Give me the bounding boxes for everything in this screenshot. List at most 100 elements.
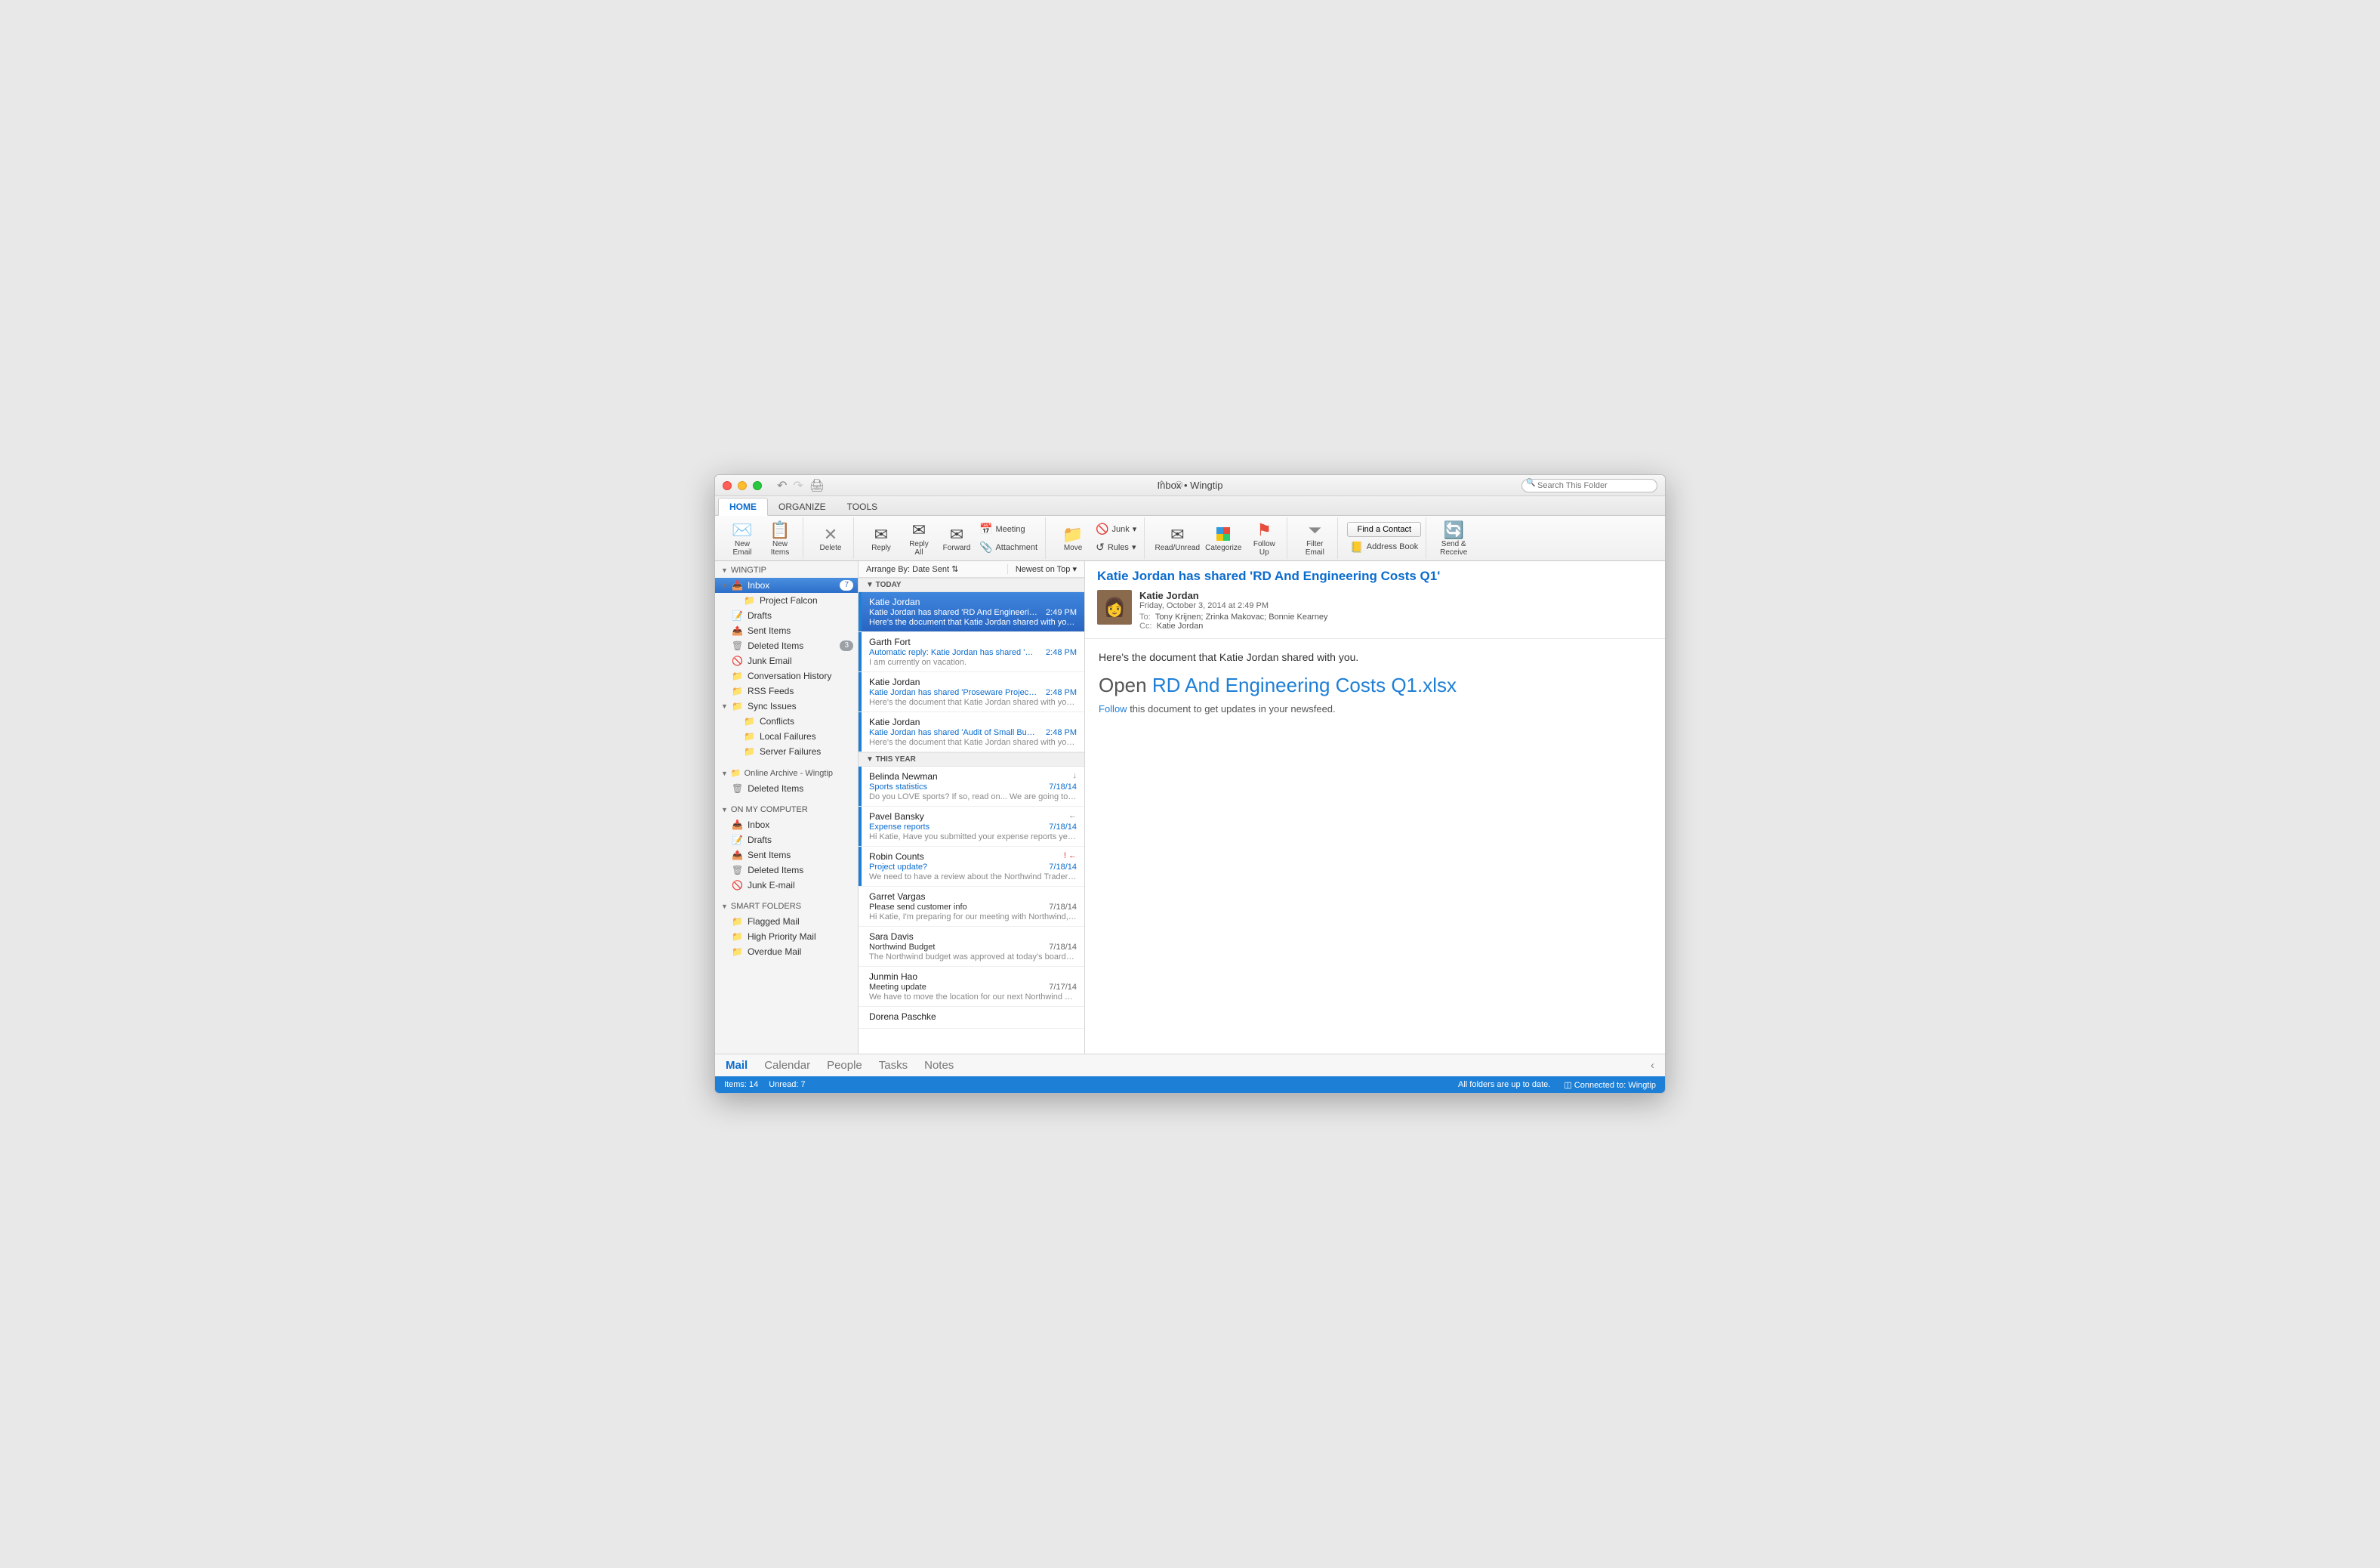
sort-order-button[interactable]: Newest on Top ▾ (1007, 564, 1084, 574)
folder-archive-deleted[interactable]: 🗑Deleted Items (715, 781, 858, 796)
search-input[interactable] (1521, 479, 1657, 492)
message-from: Katie Jordan (869, 677, 1077, 687)
account-header-archive[interactable]: ▼📁Online Archive - Wingtip (715, 764, 858, 781)
folder-drafts[interactable]: 📝Drafts (715, 608, 858, 623)
message-subject-preview: Expense reports (869, 823, 1049, 832)
message-item[interactable]: Dorena Paschke (859, 1007, 1084, 1029)
send-receive-button[interactable]: 🔄Send & Receive (1435, 518, 1472, 559)
message-item[interactable]: Junmin Hao Meeting update7/17/14 We have… (859, 967, 1084, 1007)
attachment-button[interactable]: 📎Attachment (976, 539, 1040, 555)
trash-icon: 🗑 (732, 640, 743, 651)
folder-deleted[interactable]: 🗑Deleted Items3 (715, 638, 858, 653)
status-sync: All folders are up to date. (1458, 1080, 1550, 1089)
new-email-button[interactable]: ✉️New Email (724, 518, 760, 559)
delete-button[interactable]: ✕Delete (812, 518, 849, 559)
search-box[interactable] (1521, 478, 1657, 492)
message-item[interactable]: Garret Vargas Please send customer info7… (859, 887, 1084, 927)
rules-icon: ↺ (1096, 541, 1105, 554)
message-from: Robin Counts (869, 851, 1077, 862)
tab-home[interactable]: HOME (718, 498, 768, 516)
message-item[interactable]: ! ← Robin Counts Project update?7/18/14 … (859, 847, 1084, 887)
folder-conflicts[interactable]: 📁Conflicts (715, 714, 858, 729)
filter-email-button[interactable]: ⏷Filter Email (1296, 518, 1333, 559)
message-item[interactable]: ↓ Belinda Newman Sports statistics7/18/1… (859, 767, 1084, 807)
follow-link[interactable]: Follow (1099, 703, 1127, 715)
message-preview: Hi Katie, Have you submitted your expens… (869, 832, 1077, 841)
folder-server-failures[interactable]: 📁Server Failures (715, 744, 858, 759)
reply-all-button[interactable]: ✉Reply All (901, 518, 937, 559)
meeting-icon: 📅 (979, 523, 992, 536)
expand-nav-icon[interactable]: ‹ (1651, 1059, 1654, 1072)
nav-tasks[interactable]: Tasks (879, 1059, 908, 1072)
group-this-year[interactable]: ▼ THIS YEAR (859, 752, 1084, 767)
reply-icon: ✉ (874, 524, 888, 544)
ribbon-tabs: HOME ORGANIZE TOOLS (715, 496, 1665, 516)
folder-local-deleted[interactable]: 🗑Deleted Items (715, 863, 858, 878)
message-list: Arrange By: Date Sent ⇅ Newest on Top ▾ … (859, 561, 1085, 1054)
find-contact-button[interactable]: Find a Contact (1347, 522, 1421, 537)
message-item[interactable]: Garth Fort Automatic reply: Katie Jordan… (859, 632, 1084, 672)
reply-all-icon: ✉ (912, 520, 926, 540)
message-preview: The Northwind budget was approved at tod… (869, 952, 1077, 961)
sort-icon: ⇅ (951, 565, 958, 574)
group-today[interactable]: ▼ TODAY (859, 578, 1084, 592)
new-items-button[interactable]: 📋New Items (762, 518, 798, 559)
folder-sync-issues[interactable]: ▼📁Sync Issues (715, 699, 858, 714)
message-item[interactable]: Katie Jordan Katie Jordan has shared 'Pr… (859, 672, 1084, 712)
folder-junk[interactable]: 🚫Junk Email (715, 653, 858, 668)
folder-conversation-history[interactable]: 📁Conversation History (715, 668, 858, 684)
folder-local-drafts[interactable]: 📝Drafts (715, 832, 858, 847)
sender-avatar: 👩 (1097, 590, 1132, 625)
message-subject-preview: Northwind Budget (869, 943, 1049, 952)
tab-organize[interactable]: ORGANIZE (768, 498, 837, 515)
reply-button[interactable]: ✉Reply (863, 518, 899, 559)
folder-flagged[interactable]: 📁Flagged Mail (715, 914, 858, 929)
folder-inbox[interactable]: ▼📥Inbox7 (715, 578, 858, 593)
read-unread-button[interactable]: ✉Read/Unread (1154, 518, 1201, 559)
meeting-button[interactable]: 📅Meeting (976, 521, 1040, 537)
folder-local-junk[interactable]: 🚫Junk E-mail (715, 878, 858, 893)
section-smart-folders[interactable]: ▼SMART FOLDERS (715, 897, 858, 914)
arrange-by-button[interactable]: Arrange By: Date Sent ⇅ (859, 564, 1007, 574)
junk-folder-icon: 🚫 (732, 656, 743, 666)
message-subject-preview: Katie Jordan has shared 'RD And Engineer… (869, 608, 1046, 617)
nav-people[interactable]: People (827, 1059, 862, 1072)
nav-notes[interactable]: Notes (924, 1059, 954, 1072)
nav-mail[interactable]: Mail (726, 1059, 748, 1072)
message-time: 7/18/14 (1049, 823, 1077, 832)
folder-sent[interactable]: 📤Sent Items (715, 623, 858, 638)
message-item[interactable]: Katie Jordan Katie Jordan has shared 'RD… (859, 592, 1084, 632)
nav-calendar[interactable]: Calendar (764, 1059, 810, 1072)
folder-local-sent[interactable]: 📤Sent Items (715, 847, 858, 863)
forward-button[interactable]: ✉Forward (939, 518, 975, 559)
move-icon: 📁 (1062, 524, 1083, 544)
new-items-icon: 📋 (769, 520, 790, 540)
send-receive-icon: 🔄 (1444, 520, 1464, 540)
folder-rss[interactable]: 📁RSS Feeds (715, 684, 858, 699)
folder-local-failures[interactable]: 📁Local Failures (715, 729, 858, 744)
sender-name: Katie Jordan (1139, 590, 1327, 601)
folder-icon: 📁 (732, 946, 743, 957)
message-item[interactable]: ← Pavel Bansky Expense reports7/18/14 Hi… (859, 807, 1084, 847)
folder-overdue[interactable]: 📁Overdue Mail (715, 944, 858, 959)
app-window: ↶ ↷ 🖨 Inbox • Wingtip ⌃ ☺ HOME ORGANIZE … (714, 474, 1666, 1094)
document-link[interactable]: RD And Engineering Costs Q1.xlsx (1152, 674, 1457, 696)
message-item[interactable]: Sara Davis Northwind Budget7/18/14 The N… (859, 927, 1084, 967)
message-date: Friday, October 3, 2014 at 2:49 PM (1139, 601, 1327, 610)
address-book-icon: 📒 (1350, 541, 1363, 554)
folder-project-falcon[interactable]: 📁Project Falcon (715, 593, 858, 608)
open-document-line: Open RD And Engineering Costs Q1.xlsx (1099, 674, 1651, 697)
folder-high-priority[interactable]: 📁High Priority Mail (715, 929, 858, 944)
tab-tools[interactable]: TOOLS (837, 498, 888, 515)
message-item[interactable]: Katie Jordan Katie Jordan has shared 'Au… (859, 712, 1084, 752)
section-on-my-computer[interactable]: ▼ON MY COMPUTER (715, 801, 858, 817)
account-header-wingtip[interactable]: ▼WINGTIP (715, 561, 858, 578)
address-book-button[interactable]: 📒Address Book (1347, 539, 1421, 555)
rules-button[interactable]: ↺Rules ▾ (1093, 539, 1139, 555)
follow-up-button[interactable]: ⚑Follow Up (1246, 518, 1282, 559)
folder-local-inbox[interactable]: 📥Inbox (715, 817, 858, 832)
move-button[interactable]: 📁Move (1055, 518, 1091, 559)
message-list-scroll[interactable]: ▼ TODAY Katie Jordan Katie Jordan has sh… (859, 578, 1084, 1054)
junk-button[interactable]: 🚫Junk ▾ (1093, 521, 1139, 537)
categorize-button[interactable]: Categorize (1202, 518, 1244, 559)
